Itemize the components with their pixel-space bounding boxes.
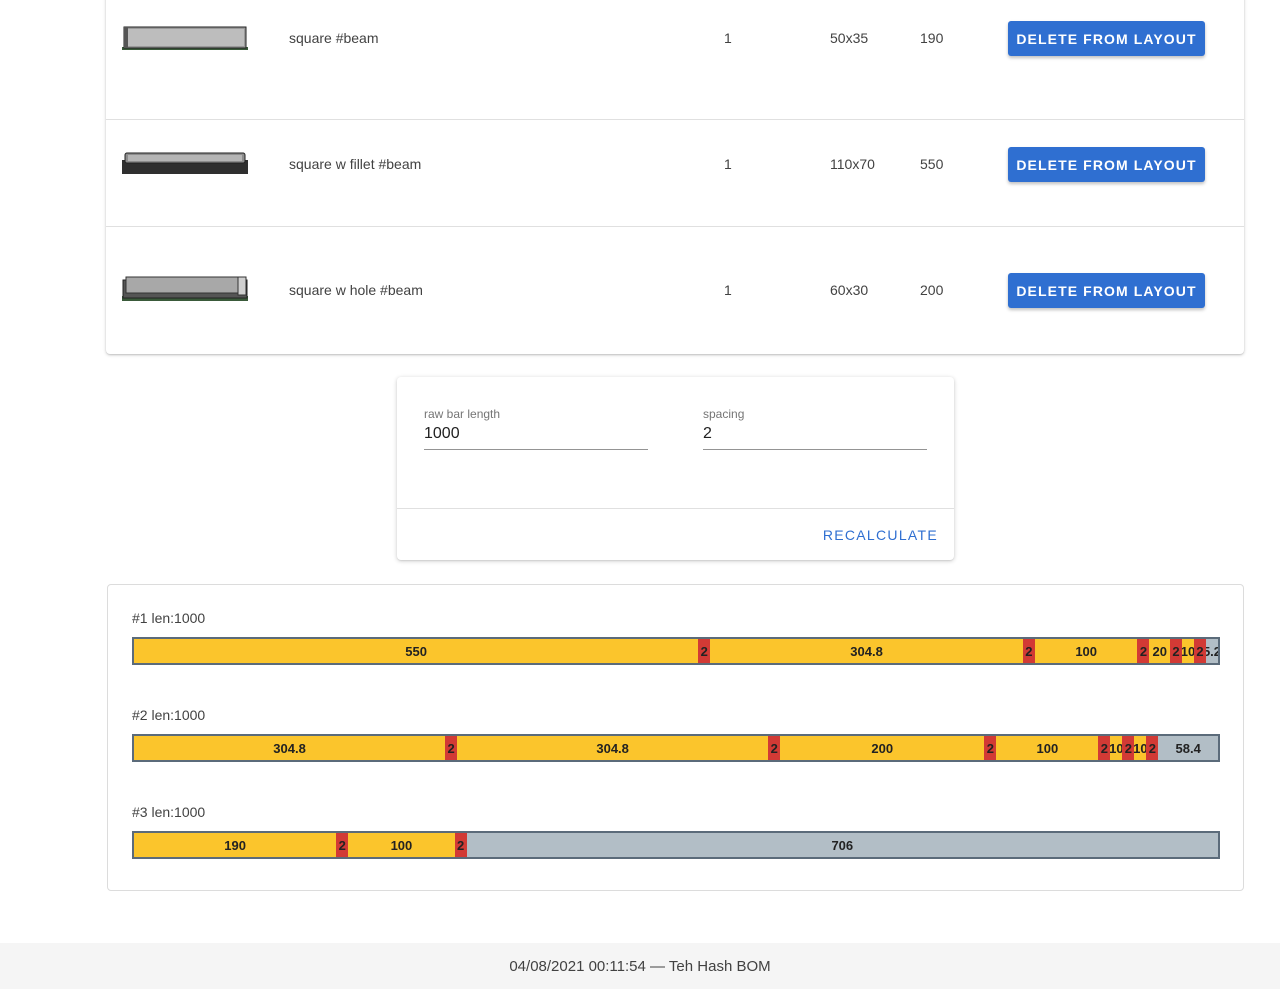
spacing-field: spacing <box>703 407 927 450</box>
spacing-segment: 2 <box>984 736 997 760</box>
part-name: square w fillet #beam <box>289 156 422 172</box>
spacing-segment: 2 <box>1122 736 1135 760</box>
spacing-input[interactable] <box>703 421 927 450</box>
spacing-segment: 2 <box>336 833 349 857</box>
part-size: 110x70 <box>830 156 875 172</box>
spacing-segment: 2 <box>768 736 781 760</box>
part-size: 60x30 <box>830 282 869 298</box>
part-segment: 190 <box>134 833 337 857</box>
spacing-segment: 2 <box>1137 639 1150 663</box>
spacing-label: spacing <box>703 407 745 421</box>
spacing-segment: 2 <box>454 833 467 857</box>
bar-layout: #1 len:1000 5502304.8210022021025.2 <box>132 609 1220 665</box>
part-segment: 100 <box>348 833 455 857</box>
bar-layout: #3 len:1000 190 2 100 2 706 <box>132 803 1220 859</box>
footer: 04/08/2021 00:11:54 — Teh Hash BOM <box>0 943 1280 989</box>
part-name: square w hole #beam <box>289 282 423 298</box>
footer-text: 04/08/2021 00:11:54 — Teh Hash BOM <box>509 957 771 975</box>
beam-fillet-icon <box>122 152 248 174</box>
part-segment: 304.8 <box>134 736 446 760</box>
delete-from-layout-button[interactable]: DELETE FROM LAYOUT <box>1008 273 1205 308</box>
part-qty: 1 <box>724 30 732 46</box>
bar-label: #2 len:1000 <box>132 707 206 723</box>
part-qty: 1 <box>724 156 732 172</box>
parts-table: square #beam 1 50x35 190 DELETE FROM LAY… <box>106 0 1244 354</box>
part-segment: 200 <box>780 736 985 760</box>
delete-from-layout-button[interactable]: DELETE FROM LAYOUT <box>1008 21 1205 56</box>
bar-layout: #2 len:1000 304.82304.822002100210210258… <box>132 706 1220 762</box>
beam-hole-icon <box>122 276 248 301</box>
bar-label: #3 len:1000 <box>132 804 206 820</box>
spacing-segment: 2 <box>698 639 711 663</box>
part-length: 190 <box>920 30 944 46</box>
part-length: 200 <box>920 282 944 298</box>
part-segment: 304.8 <box>457 736 769 760</box>
spacing-segment: 2 <box>1146 736 1159 760</box>
settings-card: raw bar length spacing RECALCULATE <box>397 377 954 560</box>
spacing-segment: 2 <box>1169 639 1182 663</box>
remainder-segment: 58.4 <box>1158 736 1218 760</box>
delete-from-layout-button[interactable]: DELETE FROM LAYOUT <box>1008 147 1205 182</box>
part-qty: 1 <box>724 282 732 298</box>
part-segment: 20 <box>1149 639 1170 663</box>
bar-track: 304.82304.822002100210210258.4 <box>132 734 1220 762</box>
remainder-segment: 706 <box>466 833 1218 857</box>
table-row: square w hole #beam 1 60x30 200 DELETE F… <box>106 227 1244 353</box>
bar-label: #1 len:1000 <box>132 610 206 626</box>
cut-layout-card: #1 len:1000 5502304.8210022021025.2 #2 l… <box>107 584 1244 891</box>
part-segment: 550 <box>134 639 699 663</box>
spacing-segment: 2 <box>1098 736 1111 760</box>
bar-track: 5502304.8210022021025.2 <box>132 637 1220 665</box>
raw-bar-length-input[interactable] <box>424 421 648 450</box>
part-segment: 304.8 <box>710 639 1023 663</box>
table-row: square w fillet #beam 1 110x70 550 DELET… <box>106 101 1244 227</box>
part-size: 50x35 <box>830 30 869 46</box>
part-segment: 100 <box>1034 639 1138 663</box>
spacing-segment: 2 <box>445 736 458 760</box>
spacing-segment: 2 <box>1193 639 1206 663</box>
card-divider <box>397 508 954 509</box>
part-name: square #beam <box>289 30 379 46</box>
raw-bar-length-field: raw bar length <box>424 407 648 450</box>
remainder-segment: 5.2 <box>1205 639 1218 663</box>
beam-square-icon <box>122 26 248 50</box>
part-segment: 10 <box>1110 736 1123 760</box>
spacing-segment: 2 <box>1022 639 1035 663</box>
part-length: 550 <box>920 156 944 172</box>
recalculate-button[interactable]: RECALCULATE <box>823 524 938 546</box>
part-segment: 10 <box>1134 736 1147 760</box>
part-segment: 100 <box>996 736 1099 760</box>
bar-track: 190 2 100 2 706 <box>132 831 1220 859</box>
raw-bar-length-label: raw bar length <box>424 407 501 421</box>
part-segment: 10 <box>1181 639 1194 663</box>
